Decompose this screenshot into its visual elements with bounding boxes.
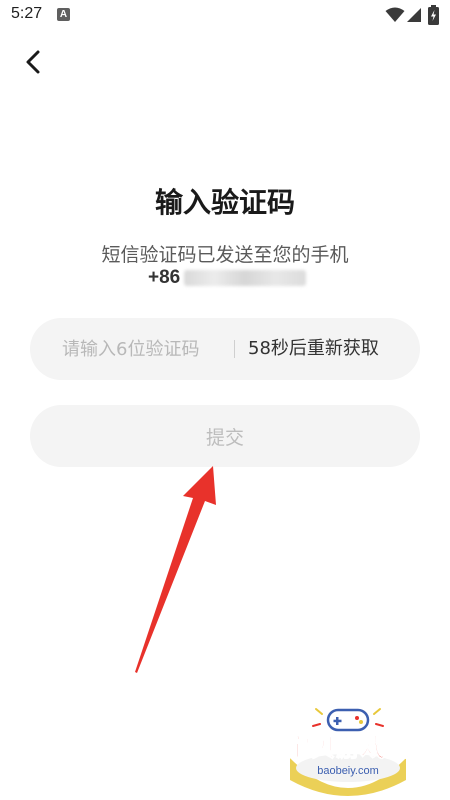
gamepad-icon (312, 708, 384, 732)
baobeiy-watermark-logo: 宝贝游戏网 baobeiy.com (285, 708, 411, 796)
resend-countdown[interactable]: 58秒后重新获取 (248, 318, 379, 380)
phone-number: +86 (148, 265, 307, 291)
watermark-title: 宝贝游戏网 (285, 733, 410, 762)
back-button[interactable] (14, 42, 54, 82)
input-divider (234, 340, 235, 358)
status-bar: 5:27 A (0, 0, 450, 32)
verification-screen: 5:27 A 输入验证码 短信验证码已发送至您的手机 +86 58秒后重新获取 … (0, 0, 450, 800)
phone-country-code: +86 (148, 267, 181, 288)
watermark-url: baobeiy.com (317, 765, 379, 777)
wifi-icon (385, 7, 405, 22)
code-input-field: 58秒后重新获取 (30, 318, 420, 380)
sms-sent-subtitle: 短信验证码已发送至您的手机 (101, 244, 349, 266)
phone-number-redacted (184, 270, 307, 286)
chevron-left-icon (26, 50, 40, 74)
status-time: 5:27 (11, 5, 43, 22)
red-arrow-annotation (135, 466, 216, 673)
notification-a-icon: A (57, 8, 70, 21)
signal-icon (407, 8, 421, 22)
verification-code-input[interactable] (62, 318, 252, 380)
battery-charging-icon (428, 5, 439, 25)
submit-button[interactable]: 提交 (30, 405, 420, 467)
page-title: 输入验证码 (154, 186, 295, 219)
